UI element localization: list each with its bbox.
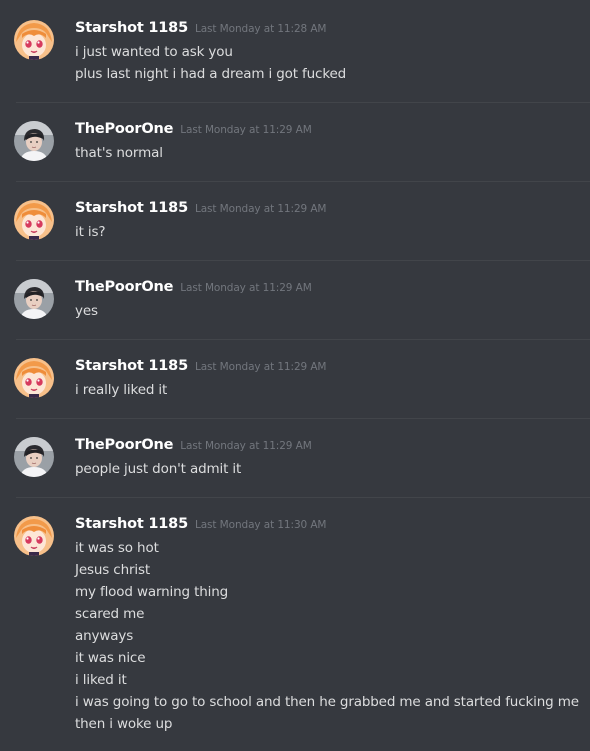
message-text: my flood warning thing	[75, 584, 229, 600]
boy-photo-avatar-icon[interactable]	[14, 121, 54, 161]
message-text: yes	[75, 303, 98, 319]
message-text: people just don't admit it	[75, 461, 242, 477]
message-text: scared me	[75, 606, 145, 622]
message-text: it is?	[75, 224, 106, 240]
message-text: i really liked it	[75, 382, 168, 398]
message-text: then i woke up	[75, 716, 173, 732]
boy-photo-avatar-icon[interactable]	[14, 437, 54, 477]
timestamp: Last Monday at 11:29 AM	[180, 282, 312, 294]
username[interactable]: ThePoorOne	[75, 121, 173, 137]
message-text: it was nice	[75, 650, 146, 666]
message-divider	[16, 339, 590, 340]
username[interactable]: ThePoorOne	[75, 437, 173, 453]
message-text: anyways	[75, 628, 134, 644]
anime-girl-avatar-icon[interactable]	[14, 358, 54, 398]
message-text: i was going to go to school and then he …	[75, 694, 579, 710]
username[interactable]: Starshot 1185	[75, 20, 188, 36]
message-divider	[16, 418, 590, 419]
anime-girl-avatar-icon[interactable]	[14, 200, 54, 240]
timestamp: Last Monday at 11:29 AM	[194, 361, 327, 373]
chat-messages: Starshot 1185 Last Monday at 11:28 AM i …	[0, 0, 590, 751]
message-divider	[16, 260, 590, 261]
username[interactable]: Starshot 1185	[75, 358, 188, 374]
timestamp: Last Monday at 11:29 AM	[180, 124, 312, 136]
timestamp: Last Monday at 11:30 AM	[194, 519, 327, 531]
anime-girl-avatar-icon[interactable]	[14, 20, 54, 60]
username[interactable]: Starshot 1185	[75, 516, 188, 532]
message-text: i liked it	[75, 672, 127, 688]
message-text: i just wanted to ask you	[75, 44, 233, 60]
timestamp: Last Monday at 11:29 AM	[180, 440, 312, 452]
boy-photo-avatar-icon[interactable]	[14, 279, 54, 319]
message-text: Jesus christ	[75, 562, 151, 578]
timestamp: Last Monday at 11:28 AM	[194, 23, 327, 35]
message-text: that's normal	[75, 145, 163, 161]
anime-girl-avatar-icon[interactable]	[14, 516, 54, 556]
message-text: plus last night i had a dream i got fuck…	[75, 66, 347, 82]
username[interactable]: Starshot 1185	[75, 200, 188, 216]
message-divider	[16, 102, 590, 103]
message-text: it was so hot	[75, 540, 159, 556]
message-divider	[16, 497, 590, 498]
username[interactable]: ThePoorOne	[75, 279, 173, 295]
timestamp: Last Monday at 11:29 AM	[194, 203, 327, 215]
message-divider	[16, 181, 590, 182]
